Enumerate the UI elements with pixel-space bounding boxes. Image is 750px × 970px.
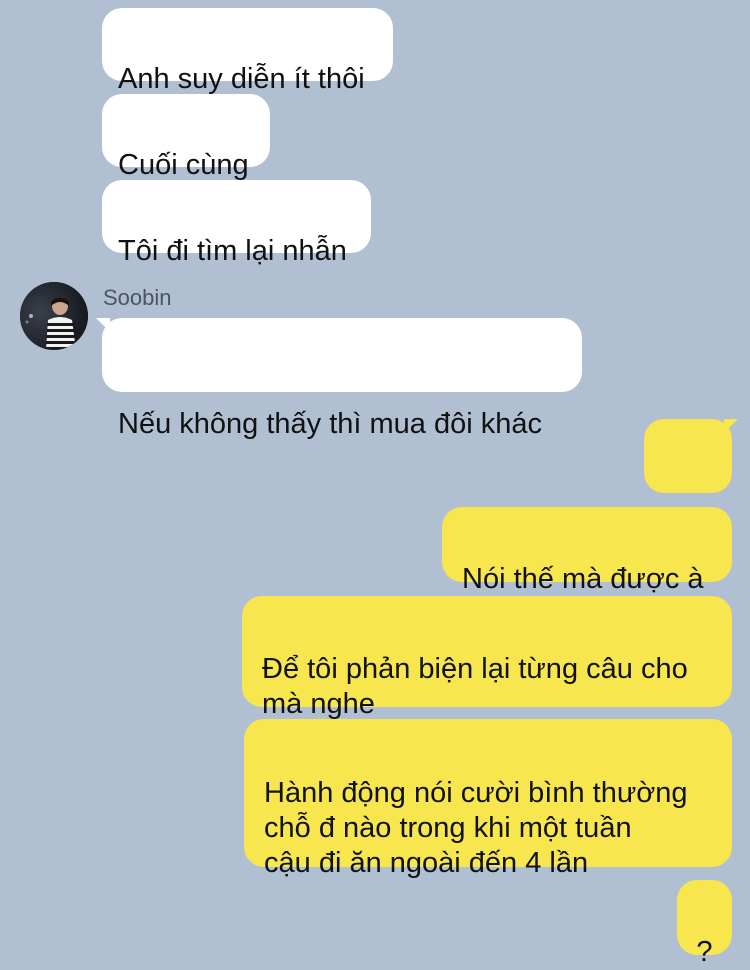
outgoing-message-bubble[interactable]: Đm bbox=[644, 419, 738, 542]
outgoing-message-bubble[interactable]: Nói thế mà được à bbox=[442, 507, 732, 595]
outgoing-message-bubble[interactable]: Để tôi phản biện lại từng câu cho mà ngh… bbox=[242, 596, 732, 720]
incoming-message-bubble[interactable]: Cuối cùng bbox=[102, 94, 270, 181]
message-text: Để tôi phản biện lại từng câu cho mà ngh… bbox=[262, 653, 688, 720]
bubble-tail bbox=[96, 318, 110, 332]
message-text: Tôi đi tìm lại nhẫn bbox=[118, 235, 347, 267]
message-text: Cuối cùng bbox=[118, 149, 249, 181]
message-text: Anh suy diễn ít thôi bbox=[118, 63, 365, 95]
sender-name: Soobin bbox=[103, 285, 172, 310]
incoming-message-bubble[interactable]: Tôi đi tìm lại nhẫn bbox=[102, 180, 371, 267]
message-text: Nếu không thấy thì mua đôi khác bbox=[118, 408, 542, 440]
incoming-message-bubble[interactable]: Anh suy diễn ít thôi bbox=[102, 8, 393, 95]
bubble-tail bbox=[724, 419, 738, 433]
chat-thread[interactable]: Anh suy diễn ít thôi Cuối cùng Tôi đi tì… bbox=[0, 0, 750, 968]
message-text: ? bbox=[696, 936, 713, 968]
incoming-message-bubble[interactable]: Nếu không thấy thì mua đôi khác bbox=[96, 318, 582, 440]
message-text: Nói thế mà được à bbox=[462, 563, 704, 595]
outgoing-message-bubble[interactable]: Hành động nói cười bình thường chỗ đ nào… bbox=[244, 719, 732, 879]
message-text: Hành động nói cười bình thường chỗ đ nào… bbox=[264, 777, 688, 879]
avatar-photo-icon bbox=[20, 282, 88, 350]
outgoing-message-bubble[interactable]: ? bbox=[677, 880, 732, 968]
sender-avatar[interactable] bbox=[20, 282, 88, 350]
